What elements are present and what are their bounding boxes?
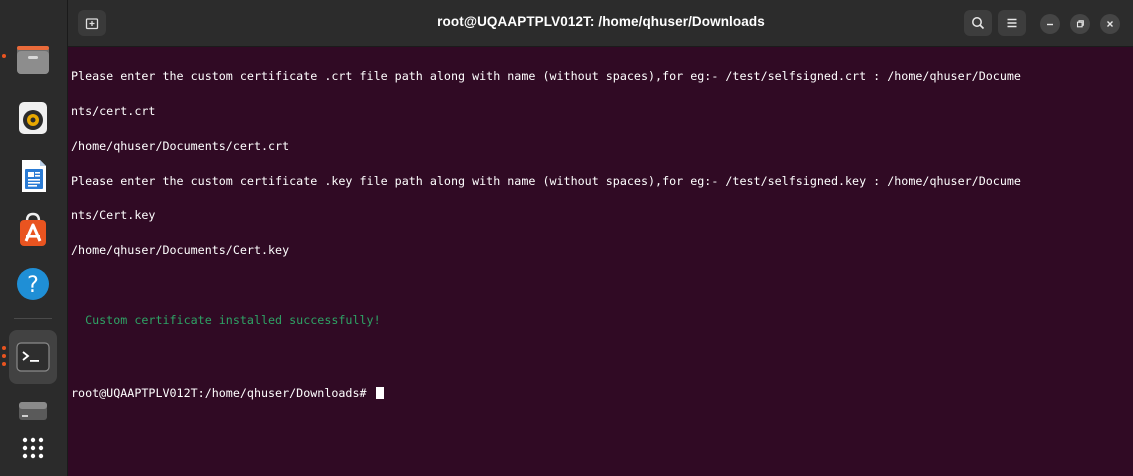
header-bar: root@UQAAPTPLV012T: /home/qhuser/Downloa…	[68, 0, 1133, 47]
text-cursor	[375, 387, 384, 400]
output-line: Please enter the custom certificate .key…	[71, 173, 1021, 188]
search-icon	[972, 17, 985, 30]
maximize-button[interactable]	[1070, 14, 1090, 34]
search-button[interactable]	[964, 10, 992, 36]
dock-separator	[14, 318, 52, 319]
dock-item-files[interactable]	[9, 36, 57, 84]
terminal-output[interactable]: Please enter the custom certificate .crt…	[71, 48, 1129, 424]
output-line: /home/qhuser/Documents/Cert.key	[71, 243, 290, 258]
show-apps-button[interactable]	[9, 424, 57, 472]
speaker-icon	[19, 102, 47, 134]
prompt-line[interactable]: root@UQAAPTPLV012T:/home/qhuser/Download…	[71, 387, 1129, 401]
running-indicator	[2, 354, 6, 358]
dock: ?	[0, 0, 67, 476]
folder-icon	[17, 46, 49, 74]
running-indicator	[2, 346, 6, 350]
output-line: Please enter the custom certificate .crt…	[71, 69, 1021, 84]
desktop: ? root@UQAAPTPLV012T: /home/qhuser/Downl…	[0, 0, 1133, 476]
success-message: Custom certificate installed successfull…	[71, 312, 381, 327]
dock-item-rhythmbox[interactable]	[9, 94, 57, 142]
running-indicator	[2, 362, 6, 366]
close-icon	[1107, 21, 1113, 27]
terminal-icon	[16, 342, 50, 372]
minimize-icon	[1047, 23, 1053, 26]
store-icon	[20, 212, 46, 246]
restore-icon	[1076, 20, 1084, 28]
close-button[interactable]	[1100, 14, 1120, 34]
output-line: nts/Cert.key	[71, 208, 156, 223]
hamburger-icon	[1007, 18, 1017, 28]
dock-item-writer[interactable]	[9, 152, 57, 200]
document-icon	[22, 160, 46, 192]
dock-item-terminal[interactable]	[9, 330, 57, 384]
dock-item-software[interactable]	[9, 206, 57, 254]
minimize-button[interactable]	[1040, 14, 1060, 34]
running-indicator	[2, 54, 6, 58]
help-icon: ?	[17, 268, 49, 300]
dock-item-help[interactable]: ?	[9, 260, 57, 308]
menu-button[interactable]	[998, 10, 1026, 36]
svg-text:?: ?	[27, 273, 39, 298]
output-line: nts/cert.crt	[71, 103, 156, 118]
grid-icon	[22, 437, 44, 459]
terminal-window: root@UQAAPTPLV012T: /home/qhuser/Downloa…	[67, 0, 1133, 476]
shell-prompt: root@UQAAPTPLV012T:/home/qhuser/Download…	[71, 386, 374, 401]
output-line: /home/qhuser/Documents/cert.crt	[71, 138, 290, 153]
